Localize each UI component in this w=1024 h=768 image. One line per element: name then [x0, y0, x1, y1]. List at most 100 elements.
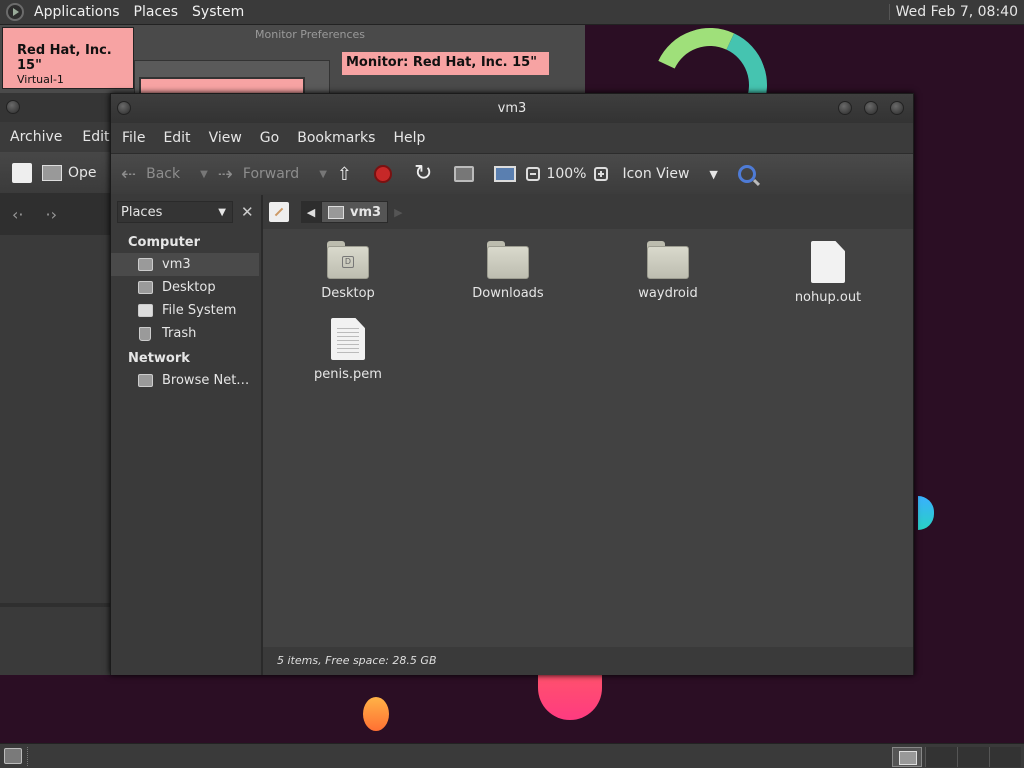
- toolbar: ⇠ Back ▼ ⇢ Forward ▼ ⇧ ↻ 100% Icon View …: [111, 153, 913, 194]
- computer-icon: [494, 166, 517, 182]
- system-menu[interactable]: System: [185, 0, 251, 24]
- sidebar-type-select[interactable]: Places ▼: [117, 201, 233, 223]
- top-panel: Applications Places System Wed Feb 7, 08…: [0, 0, 1024, 25]
- window-menu-icon[interactable]: [117, 101, 131, 115]
- file-item-waydroid[interactable]: waydroid: [603, 241, 733, 301]
- up-button[interactable]: ⇧: [337, 164, 352, 185]
- sidebar-item-label: File System: [162, 303, 237, 318]
- sidebar: Places ▼ ✕ Computer vm3 Desktop File Sys…: [111, 195, 263, 675]
- workspace-cell[interactable]: [989, 747, 1021, 767]
- window-title: vm3: [497, 101, 527, 116]
- menu-help[interactable]: Help: [384, 130, 434, 146]
- file-item-downloads[interactable]: Downloads: [443, 241, 573, 301]
- minimize-icon[interactable]: [838, 101, 852, 115]
- sidebar-item-label: Trash: [162, 326, 197, 341]
- network-icon: [138, 374, 153, 387]
- sidebar-item-vm3[interactable]: vm3: [111, 253, 259, 276]
- back-button[interactable]: ⇠ Back: [121, 164, 180, 185]
- places-menu[interactable]: Places: [127, 0, 186, 24]
- menubar: Archive Edit: [0, 122, 110, 152]
- path-left-arrow-icon[interactable]: ◀: [301, 201, 321, 223]
- distro-logo-icon[interactable]: [6, 3, 24, 21]
- zoom-in-icon[interactable]: [594, 167, 609, 181]
- back-arrow-icon: ⇠: [121, 163, 137, 185]
- window-titlebar[interactable]: vm3: [111, 94, 913, 123]
- sidebar-item-trash[interactable]: Trash: [111, 322, 261, 345]
- file-manager-window: vm3 File Edit View Go Bookmarks Help ⇠ B…: [110, 93, 914, 675]
- archive-file-list: [0, 329, 111, 603]
- reload-icon: ↻: [414, 161, 433, 186]
- stop-icon: [374, 165, 392, 183]
- sidebar-type-label: Places: [121, 204, 163, 220]
- sidebar-header: Places ▼ ✕: [111, 195, 261, 229]
- clock[interactable]: Wed Feb 7, 08:40: [888, 4, 1024, 20]
- open-button-label[interactable]: Ope: [68, 165, 97, 181]
- panel-separator: [27, 747, 29, 766]
- folder-icon: [647, 241, 689, 279]
- computer-button[interactable]: [494, 166, 517, 182]
- sidebar-group-network: Network: [128, 351, 190, 366]
- forward-button[interactable]: ⇢ Forward: [218, 164, 299, 185]
- back-history-chevron-icon[interactable]: ▼: [200, 169, 208, 180]
- menubar: File Edit View Go Bookmarks Help: [111, 123, 913, 153]
- applications-menu[interactable]: Applications: [27, 0, 127, 24]
- reload-button[interactable]: ↻: [414, 163, 432, 185]
- back-label: Back: [146, 166, 181, 182]
- path-crumb-label: vm3: [350, 204, 382, 220]
- zoom-out-icon[interactable]: [526, 167, 541, 181]
- archive-manager-window: Archive Edit Ope ‹· ·›: [0, 93, 111, 675]
- sidebar-item-label: Desktop: [162, 280, 216, 295]
- close-icon[interactable]: [890, 101, 904, 115]
- workspace-cell[interactable]: [957, 747, 989, 767]
- menu-edit[interactable]: Edit: [154, 130, 199, 146]
- open-archive-icon[interactable]: [42, 164, 62, 181]
- window-menu-icon[interactable]: [6, 100, 20, 114]
- menu-go[interactable]: Go: [251, 130, 288, 146]
- menu-archive[interactable]: Archive: [0, 129, 72, 145]
- file-item-desktop[interactable]: D Desktop: [283, 241, 413, 301]
- stop-button[interactable]: [374, 165, 392, 183]
- file-item-penis-pem[interactable]: penis.pem: [283, 318, 413, 382]
- monitor-tile[interactable]: Red Hat, Inc. 15" Virtual-1: [2, 27, 134, 89]
- new-archive-icon[interactable]: [12, 162, 32, 183]
- back-arrow-icon[interactable]: ‹·: [12, 205, 23, 224]
- forward-arrow-icon[interactable]: ·›: [45, 205, 56, 224]
- search-icon[interactable]: [737, 165, 756, 183]
- file-view: ◀ vm3 ▶ D Desktop Downloads waydroid noh…: [263, 195, 913, 675]
- top-panel-menu: Applications Places System: [0, 0, 251, 24]
- monitor-preview: [134, 60, 330, 97]
- monitor-label: Monitor: Red Hat, Inc. 15": [342, 52, 549, 75]
- menu-bookmarks[interactable]: Bookmarks: [288, 130, 384, 146]
- show-desktop-icon[interactable]: [4, 748, 22, 764]
- menu-view[interactable]: View: [200, 130, 251, 146]
- forward-history-chevron-icon[interactable]: ▼: [319, 169, 327, 180]
- monitor-preferences-window: Monitor Preferences Red Hat, Inc. 15" Vi…: [0, 25, 585, 97]
- workspace-switcher[interactable]: [925, 747, 1021, 767]
- sidebar-item-file-system[interactable]: File System: [111, 299, 261, 322]
- maximize-icon[interactable]: [864, 101, 878, 115]
- wallpaper-blob-shape: [363, 697, 389, 731]
- chevron-down-icon: ▼: [709, 167, 718, 181]
- sidebar-item-label: vm3: [162, 257, 191, 272]
- archive-footer: [0, 607, 111, 675]
- status-bar: 5 items, Free space: 28.5 GB: [263, 647, 913, 675]
- text-document-icon: [331, 318, 365, 360]
- file-item-nohup-out[interactable]: nohup.out: [763, 241, 893, 305]
- close-sidebar-icon[interactable]: ✕: [241, 203, 254, 221]
- file-name: Downloads: [472, 286, 544, 301]
- home-button[interactable]: [454, 166, 475, 182]
- edit-location-icon[interactable]: [269, 202, 289, 222]
- path-right-arrow-icon[interactable]: ▶: [394, 206, 402, 219]
- path-crumb-current[interactable]: vm3: [321, 201, 389, 223]
- zoom-level: 100%: [546, 166, 587, 182]
- workspace-cell[interactable]: [925, 747, 957, 767]
- home-folder-icon: [138, 258, 153, 271]
- menu-file[interactable]: File: [113, 130, 154, 146]
- sidebar-group-computer: Computer: [128, 235, 201, 250]
- file-name: Desktop: [321, 286, 375, 301]
- workspace-window-icon[interactable]: [892, 747, 922, 767]
- sidebar-item-desktop[interactable]: Desktop: [111, 276, 261, 299]
- view-mode-select[interactable]: Icon View ▼: [622, 166, 717, 182]
- window-titlebar[interactable]: [0, 93, 110, 122]
- sidebar-item-browse-network[interactable]: Browse Net…: [111, 369, 261, 392]
